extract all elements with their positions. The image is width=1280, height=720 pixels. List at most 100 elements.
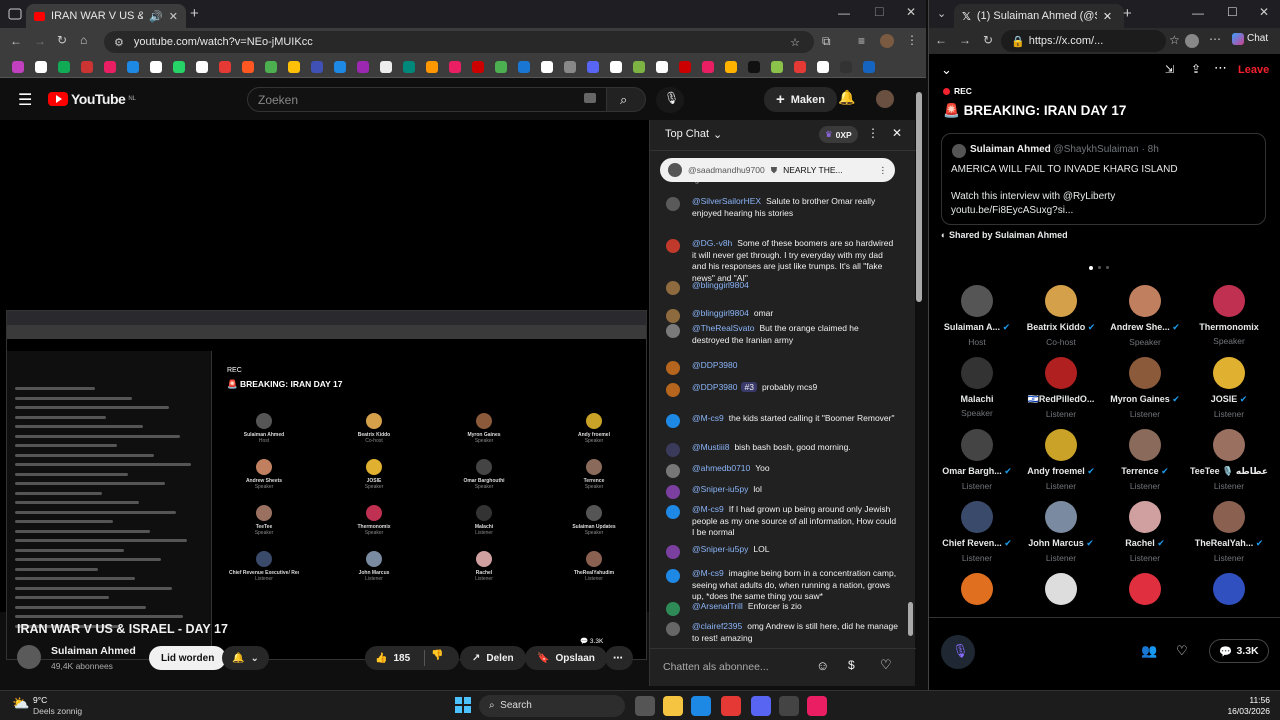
bookmark-icon[interactable] <box>840 61 852 73</box>
join-button[interactable]: Lid worden <box>149 646 227 670</box>
chat-avatar[interactable] <box>666 414 680 428</box>
weather-icon[interactable]: ⛅ <box>12 695 29 712</box>
chat-avatar[interactable] <box>666 602 680 616</box>
space-participant[interactable]: Chief Reven... ✔ Listener <box>935 501 1019 563</box>
more-icon[interactable]: ⋯ <box>1209 32 1221 46</box>
space-menu-icon[interactable]: ⋯ <box>1214 60 1227 76</box>
bookmark-icon[interactable] <box>58 61 70 73</box>
participant-avatar[interactable] <box>1213 573 1245 605</box>
chat-scrollbar[interactable] <box>908 602 913 636</box>
bookmark-icon[interactable] <box>702 61 714 73</box>
chat-author[interactable]: @M-cs9 <box>692 568 724 578</box>
participant-avatar[interactable] <box>1129 429 1161 461</box>
chat-input[interactable]: Chatten als abonnee... <box>663 657 813 677</box>
bookmark-icon[interactable] <box>311 61 323 73</box>
profile-avatar[interactable] <box>880 34 894 48</box>
reload-icon[interactable]: ↻ <box>983 33 993 47</box>
space-participant[interactable] <box>1187 573 1271 605</box>
bookmark-icon[interactable] <box>173 61 185 73</box>
back-icon[interactable]: ← <box>10 34 22 48</box>
right-omnibox[interactable]: 🔒 https://x.com/... <box>1001 30 1166 52</box>
bookmark-icon[interactable] <box>725 61 737 73</box>
participant-avatar[interactable] <box>1045 357 1077 389</box>
participant-avatar[interactable] <box>1045 429 1077 461</box>
back-icon[interactable]: ← <box>935 33 947 47</box>
tab-list-icon[interactable] <box>8 7 22 24</box>
chat-avatar[interactable] <box>666 505 680 519</box>
space-participant[interactable] <box>1103 573 1187 605</box>
bookmark-icon[interactable] <box>610 61 622 73</box>
chat-author[interactable]: @TheRealSvato <box>692 323 755 333</box>
bookmark-icon[interactable] <box>656 61 668 73</box>
share-space-icon[interactable]: ⇪ <box>1191 62 1201 76</box>
youtube-logo[interactable]: YouTube NL <box>48 91 136 107</box>
search-input[interactable]: Zoeken <box>247 87 607 112</box>
chat-avatar[interactable] <box>666 485 680 499</box>
bookmark-icon[interactable] <box>380 61 392 73</box>
bookmark-icon[interactable] <box>426 61 438 73</box>
bookmark-icon[interactable] <box>219 61 231 73</box>
participant-avatar[interactable] <box>961 429 993 461</box>
people-icon[interactable]: 👥 <box>1141 643 1157 659</box>
bookmark-icon[interactable] <box>357 61 369 73</box>
participant-avatar[interactable] <box>1045 501 1077 533</box>
tab-youtube[interactable]: IRAN WAR V US & ISRAEL 🔊 ✕ <box>26 4 186 28</box>
space-participant[interactable]: 🇮🇱RedPilledO... Listener <box>1019 357 1103 419</box>
bookmark-icon[interactable] <box>748 61 760 73</box>
post-link[interactable]: youtu.be/Fi8EycASuxg?si... <box>951 205 1073 216</box>
maximize-icon[interactable]: ☐ <box>874 5 885 19</box>
pinned-menu-icon[interactable]: ⋮ <box>879 165 888 176</box>
tab-list-icon[interactable]: ⌄ <box>937 7 946 20</box>
share-button[interactable]: ↗ Delen <box>460 646 526 670</box>
chat-author[interactable]: @DDP3980 <box>692 382 737 392</box>
account-avatar[interactable] <box>876 90 894 108</box>
space-participant[interactable]: TeeTee 🎙️ عطاطه Listener <box>1187 429 1271 491</box>
close-window-icon[interactable]: ✕ <box>1259 5 1269 19</box>
space-participant[interactable]: Andy froemel ✔ Listener <box>1019 429 1103 491</box>
task-view-icon[interactable] <box>635 696 655 716</box>
file-explorer-icon[interactable] <box>663 696 683 716</box>
space-participant[interactable]: Sulaiman A... ✔ Host <box>935 285 1019 347</box>
thumbs-down-icon[interactable]: 👎 <box>424 650 444 666</box>
space-participant[interactable]: JOSIE ✔ Listener <box>1187 357 1271 419</box>
channel-avatar[interactable] <box>17 645 41 669</box>
bookmark-icon[interactable] <box>863 61 875 73</box>
pinned-message[interactable]: @saadmandhu9700 ⛊ NEARLY THE... ⋮ <box>660 158 895 182</box>
bookmark-icon[interactable] <box>127 61 139 73</box>
chat-author[interactable]: @ArsenalTrill <box>692 601 743 611</box>
tab-x[interactable]: 𝕏 (1) Sulaiman Ahmed (@ShaykhSu... ✕ <box>954 4 1124 28</box>
new-tab-icon[interactable]: + <box>190 5 199 22</box>
more-actions-button[interactable]: ⋯ <box>605 646 633 670</box>
save-button[interactable]: 🔖 Opslaan <box>525 646 607 670</box>
bookmark-icon[interactable] <box>449 61 461 73</box>
favorites-icon[interactable]: ☆ <box>1169 33 1180 47</box>
chat-avatar[interactable] <box>666 569 680 583</box>
space-participant[interactable] <box>935 573 1019 605</box>
chat-author[interactable]: @clairef2395 <box>692 621 742 631</box>
steam-icon[interactable] <box>779 696 799 716</box>
space-participant[interactable] <box>1019 573 1103 605</box>
participant-avatar[interactable] <box>1045 285 1077 317</box>
keyboard-icon[interactable] <box>584 93 596 103</box>
participant-avatar[interactable] <box>961 501 993 533</box>
bookmark-icon[interactable] <box>794 61 806 73</box>
search-button[interactable]: ⌕ <box>606 87 646 112</box>
chat-mode-dropdown[interactable]: Top Chat ⌄ <box>665 128 722 141</box>
bookmark-icon[interactable] <box>679 61 691 73</box>
space-participant[interactable]: Terrence ✔ Listener <box>1103 429 1187 491</box>
notification-toggle[interactable]: 🔔 ⌄ <box>222 646 269 670</box>
chat-author[interactable]: @DG.-v8h <box>692 238 732 248</box>
bookmark-icon[interactable] <box>334 61 346 73</box>
participant-avatar[interactable] <box>1213 501 1245 533</box>
request-mic-button[interactable]: 🎙 <box>941 635 975 669</box>
participant-avatar[interactable] <box>1213 357 1245 389</box>
react-icon[interactable]: ♡ <box>1176 643 1188 659</box>
bookmark-icon[interactable] <box>242 61 254 73</box>
speaker-icon[interactable]: 🔊 <box>149 10 163 23</box>
chat-avatar[interactable] <box>666 309 680 323</box>
chat-avatar[interactable] <box>666 239 680 253</box>
chat-author[interactable]: @Sniper-iu5py <box>692 544 748 554</box>
participant-avatar[interactable] <box>961 357 993 389</box>
like-button[interactable]: 👍 185 👎 <box>365 646 459 670</box>
hamburger-icon[interactable]: ☰ <box>18 90 32 110</box>
